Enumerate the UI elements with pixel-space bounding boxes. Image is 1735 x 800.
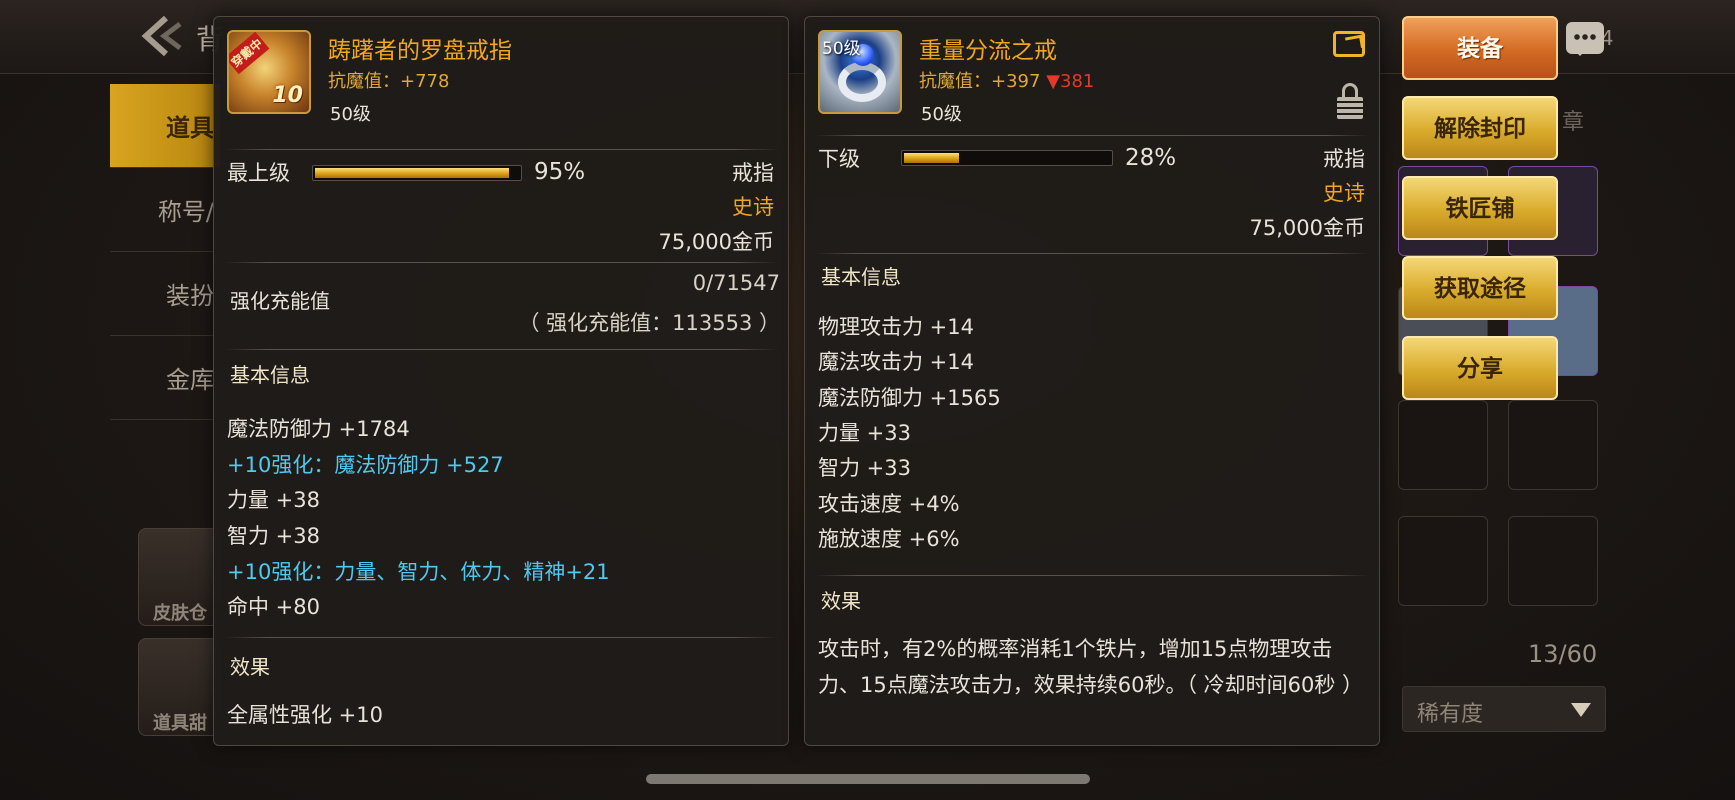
effect-text: 全属性强化 +10 bbox=[227, 703, 383, 727]
obtain-source-button[interactable]: 获取途径 bbox=[1402, 256, 1558, 320]
item-price: 75,000金币 bbox=[658, 230, 774, 254]
home-indicator[interactable] bbox=[646, 774, 1090, 784]
stat-line: 攻击速度 +4% bbox=[818, 492, 960, 516]
basic-info-title: 基本信息 bbox=[230, 363, 310, 387]
stat-line: 力量 +38 bbox=[227, 488, 320, 512]
grade-bar-fill bbox=[315, 168, 509, 178]
ring-shape bbox=[838, 62, 886, 102]
item-level: 50级 bbox=[330, 104, 371, 125]
charge-note: （ 强化充能值：113553 ） bbox=[518, 311, 780, 335]
back-arrow-icon[interactable] bbox=[136, 14, 184, 58]
share-icon[interactable] bbox=[1333, 31, 1365, 57]
item-level-tag: 50级 bbox=[822, 39, 861, 59]
inventory-slot[interactable] bbox=[1508, 516, 1598, 606]
effect-title: 效果 bbox=[230, 655, 270, 679]
blacksmith-button[interactable]: 铁匠铺 bbox=[1402, 176, 1558, 240]
stat-line: 施放速度 +6% bbox=[818, 527, 960, 551]
anti-magic-value: 抗魔值：+397 bbox=[919, 71, 1041, 92]
grade-bar bbox=[312, 165, 522, 181]
sort-dropdown[interactable]: 稀有度 bbox=[1402, 686, 1606, 732]
item-name: 重量分流之戒 bbox=[919, 38, 1057, 64]
stat-line: 物理攻击力 +14 bbox=[818, 315, 974, 339]
item-type: 戒指 bbox=[732, 161, 774, 185]
inventory-count: 13/60 bbox=[1528, 640, 1598, 668]
grade-label: 最上级 bbox=[227, 161, 290, 185]
skin-storage-button[interactable]: 皮肤仓 bbox=[138, 528, 222, 626]
anti-magic-stat: 抗魔值：+778 bbox=[328, 71, 450, 92]
ring-item-icon: 穿戴中 10 bbox=[227, 30, 311, 114]
sidebar-item-vault[interactable]: 金库 bbox=[110, 336, 220, 420]
grade-bar-fill bbox=[904, 153, 959, 163]
tab-badge[interactable]: 章 bbox=[1562, 104, 1584, 136]
stat-line: 魔法防御力 +1565 bbox=[818, 386, 1001, 410]
anti-magic-diff: ▼381 bbox=[1046, 71, 1095, 92]
equipped-item-tooltip: 穿戴中 10 踌躇者的罗盘戒指 抗魔值：+778 50级 最上级 95% 戒指 … bbox=[213, 16, 789, 746]
item-shop-button[interactable]: 道具甜 bbox=[138, 638, 222, 736]
divider bbox=[815, 253, 1369, 254]
sidebar-item-items[interactable]: 道具 bbox=[110, 84, 220, 168]
divider bbox=[224, 349, 778, 350]
divider bbox=[815, 575, 1369, 576]
dropdown-arrow-icon bbox=[1571, 703, 1591, 717]
item-name: 踌躇者的罗盘戒指 bbox=[328, 38, 512, 64]
inventory-slot[interactable] bbox=[1398, 400, 1488, 490]
grade-percent: 28% bbox=[1125, 145, 1177, 171]
item-price: 75,000金币 bbox=[1249, 216, 1365, 240]
wearing-tag: 穿戴中 bbox=[229, 32, 270, 75]
grade-bar bbox=[901, 150, 1113, 166]
equip-button[interactable]: 装备 bbox=[1402, 16, 1558, 80]
effect-title: 效果 bbox=[821, 589, 861, 613]
enhance-line: +10强化：魔法防御力 +527 bbox=[227, 453, 504, 477]
basic-info-title: 基本信息 bbox=[821, 265, 901, 289]
anti-magic-stat: 抗魔值：+397 ▼381 bbox=[919, 67, 1094, 93]
stat-line: 命中 +80 bbox=[227, 595, 320, 619]
compare-item-tooltip: 50级 重量分流之戒 抗魔值：+397 ▼381 50级 下级 28% 戒指 史… bbox=[804, 16, 1380, 746]
unseal-button[interactable]: 解除封印 bbox=[1402, 96, 1558, 160]
lock-body bbox=[1337, 97, 1363, 119]
sidebar-item-titles[interactable]: 称号/ bbox=[110, 168, 220, 252]
sidebar: 道具 称号/ 装扮 金库 bbox=[110, 84, 220, 420]
divider bbox=[224, 262, 778, 263]
grade-label: 下级 bbox=[818, 147, 860, 171]
stat-line: 智力 +38 bbox=[227, 524, 320, 548]
grade-percent: 95% bbox=[534, 159, 586, 185]
sidebar-item-costume[interactable]: 装扮 bbox=[110, 252, 220, 336]
share-button[interactable]: 分享 bbox=[1402, 336, 1558, 400]
ring-item-icon: 50级 bbox=[818, 30, 902, 114]
stat-line: 力量 +33 bbox=[818, 421, 911, 445]
stat-line: 魔法防御力 +1784 bbox=[227, 417, 410, 441]
enhance-level: 10 bbox=[272, 83, 303, 108]
inventory-slot[interactable] bbox=[1398, 516, 1488, 606]
inventory-slot[interactable] bbox=[1508, 400, 1598, 490]
divider bbox=[224, 637, 778, 638]
item-level: 50级 bbox=[921, 104, 962, 125]
item-rarity: 史诗 bbox=[732, 195, 774, 219]
stat-line: 魔法攻击力 +14 bbox=[818, 350, 974, 374]
lock-icon[interactable] bbox=[1337, 83, 1363, 119]
charge-value: 0/71547 bbox=[692, 271, 780, 295]
item-rarity: 史诗 bbox=[1323, 181, 1365, 205]
stat-line: 智力 +33 bbox=[818, 456, 911, 480]
divider bbox=[224, 149, 778, 150]
charge-label: 强化充能值 bbox=[230, 289, 330, 313]
chat-icon[interactable] bbox=[1566, 22, 1604, 56]
sort-label: 稀有度 bbox=[1417, 702, 1484, 727]
enhance-line: +10强化：力量、智力、体力、精神+21 bbox=[227, 560, 610, 584]
item-type: 戒指 bbox=[1323, 147, 1365, 171]
effect-text: 攻击时，有2%的概率消耗1个铁片，增加15点物理攻击力、15点魔法攻击力，效果持… bbox=[818, 637, 1364, 697]
divider bbox=[815, 135, 1369, 136]
